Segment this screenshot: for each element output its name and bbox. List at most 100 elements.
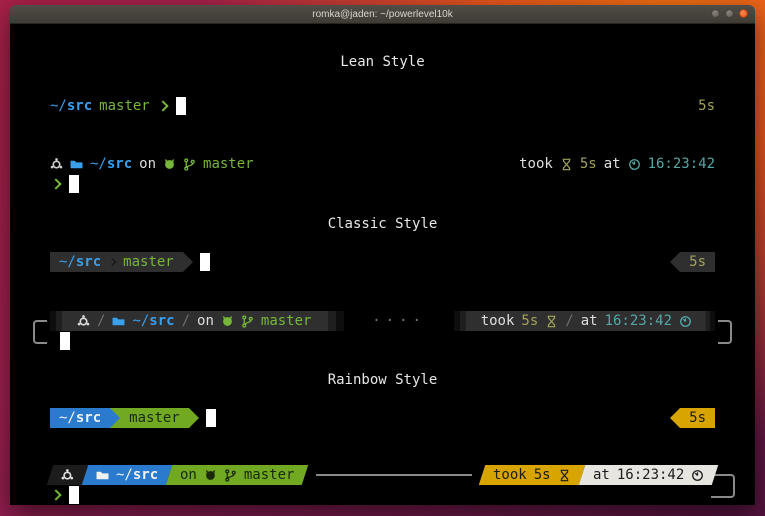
- powerline-arrow-icon: [110, 408, 120, 428]
- at-label: at: [604, 154, 621, 174]
- branch-segment: on master: [166, 465, 309, 485]
- on-label: on: [197, 311, 214, 331]
- multiline-bracket-left: [33, 320, 47, 344]
- status-segment: took 5s / at 16:23:42: [472, 311, 701, 331]
- multiline-bracket-right: [718, 320, 732, 344]
- ubuntu-logo-icon: [77, 315, 90, 328]
- text-cursor: [60, 332, 70, 350]
- minimize-button[interactable]: [711, 9, 720, 18]
- git-branch: master: [129, 408, 180, 428]
- dir-prefix: ~/: [50, 96, 67, 116]
- current-directory: ~/src: [90, 154, 132, 174]
- dir-prefix: ~/: [59, 408, 76, 428]
- ubuntu-logo-icon: [50, 158, 63, 171]
- at-label: at: [581, 311, 598, 331]
- maximize-button[interactable]: [725, 9, 734, 18]
- segment-separator: /: [182, 311, 190, 331]
- took-label: took: [481, 311, 515, 331]
- directory-segment: ~/src master: [50, 252, 183, 272]
- rainbow-fancy-prompt-line1: ~/src on master: [50, 465, 715, 485]
- section-heading-lean: Lean Style: [50, 52, 715, 72]
- hourglass-icon: [545, 315, 558, 328]
- window-title: romka@jaden: ~/powerlevel10k: [312, 9, 453, 20]
- ubuntu-logo-icon: [61, 469, 74, 482]
- command-duration: 5s: [689, 252, 706, 272]
- folder-icon: [70, 158, 83, 171]
- segment-separator: /: [97, 311, 105, 331]
- segment-fade: [454, 311, 472, 331]
- text-cursor: [206, 409, 216, 427]
- lean-fancy-prompt-line1: ~/src on master took 5s at: [50, 154, 715, 174]
- section-heading-rainbow: Rainbow Style: [50, 370, 715, 390]
- dir-prefix: ~/: [59, 252, 76, 272]
- classic-simple-prompt: ~/src master 5s: [50, 252, 715, 272]
- duration-segment: 5s: [670, 408, 715, 428]
- clock-icon: [691, 469, 704, 482]
- window-controls: [711, 9, 748, 18]
- segment-fade: [320, 311, 344, 331]
- dir-name: src: [133, 465, 158, 485]
- prompt-connector-line: [316, 474, 473, 476]
- close-button[interactable]: [739, 9, 748, 18]
- command-duration: 5s: [521, 311, 538, 331]
- lean-fancy-prompt-line2: [50, 174, 715, 194]
- on-label: on: [180, 465, 197, 485]
- git-branch-icon: [224, 469, 237, 482]
- at-label: at: [593, 465, 610, 485]
- time-segment: at 16:23:42: [578, 465, 718, 485]
- current-directory: ~/src: [132, 311, 174, 331]
- rainbow-fancy-prompt-line2: [50, 485, 715, 505]
- rainbow-fancy-prompt: ~/src on master: [50, 465, 715, 505]
- current-directory: ~/src: [50, 96, 92, 116]
- dir-name: src: [76, 252, 101, 272]
- command-duration: 5s: [580, 154, 597, 174]
- lean-simple-prompt: ~/src master 5s: [50, 96, 715, 116]
- current-directory: ~/src: [59, 252, 101, 272]
- hourglass-icon: [558, 469, 571, 482]
- segment-fade: [50, 311, 68, 331]
- duration-segment: took 5s: [479, 465, 585, 485]
- prompt-chevron-icon: [157, 100, 168, 111]
- current-directory: ~/src: [116, 465, 158, 485]
- classic-fancy-prompt: / ~/src / on: [50, 311, 715, 351]
- text-cursor: [69, 486, 79, 504]
- on-label: on: [139, 154, 156, 174]
- titlebar[interactable]: romka@jaden: ~/powerlevel10k: [10, 5, 755, 24]
- classic-fancy-prompt-line2: [50, 331, 715, 351]
- command-duration: 5s: [689, 408, 706, 428]
- dir-prefix: ~/: [132, 311, 149, 331]
- rainbow-simple-prompt: ~/src master 5s: [50, 408, 715, 428]
- prompt-chevron-icon: [50, 489, 61, 500]
- powerline-arrow-icon: [670, 408, 680, 428]
- took-label: took: [519, 154, 553, 174]
- dir-name: src: [76, 408, 101, 428]
- classic-fancy-prompt-line1: / ~/src / on: [50, 311, 715, 331]
- desktop-background: romka@jaden: ~/powerlevel10k Lean Style …: [0, 0, 765, 516]
- segment-separator-icon: [108, 258, 116, 266]
- folder-icon: [112, 315, 125, 328]
- clock-icon: [628, 158, 641, 171]
- dir-name: src: [67, 96, 92, 116]
- section-heading-classic: Classic Style: [50, 214, 715, 234]
- powerline-arrow-icon: [189, 408, 199, 428]
- directory-segment: ~/src: [50, 408, 110, 428]
- multiline-bracket-right: [711, 474, 735, 498]
- text-cursor: [176, 97, 186, 115]
- dir-prefix: ~/: [116, 465, 133, 485]
- command-duration: 5s: [534, 465, 551, 485]
- terminal-window: romka@jaden: ~/powerlevel10k Lean Style …: [10, 5, 755, 505]
- command-duration: 5s: [698, 96, 715, 116]
- current-time: 16:23:42: [617, 465, 684, 485]
- duration-segment: 5s: [670, 252, 715, 272]
- github-octocat-icon: [163, 158, 176, 171]
- git-branch: master: [99, 96, 150, 116]
- text-cursor: [69, 175, 79, 193]
- current-time: 16:23:42: [605, 311, 672, 331]
- git-branch: master: [123, 252, 174, 272]
- context-segment: / ~/src / on: [68, 311, 320, 331]
- dir-name: src: [107, 154, 132, 174]
- hourglass-icon: [560, 158, 573, 171]
- terminal-content[interactable]: Lean Style ~/src master 5s ~/: [10, 24, 755, 505]
- took-label: took: [493, 465, 527, 485]
- powerline-arrow-icon: [183, 252, 193, 272]
